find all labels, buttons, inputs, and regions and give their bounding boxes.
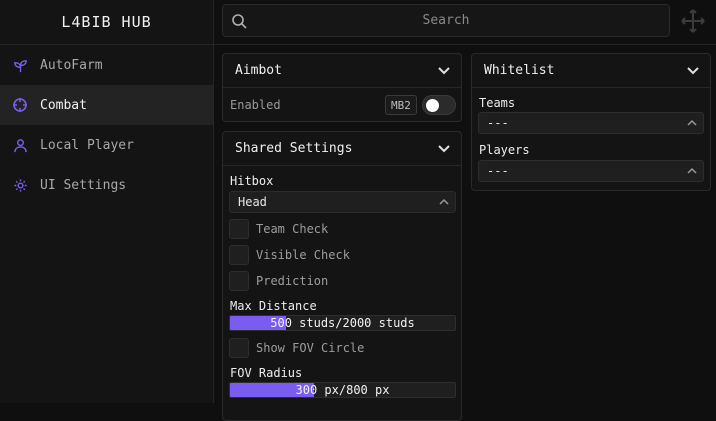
- whitelist-title: Whitelist: [484, 63, 555, 78]
- divider: [214, 44, 716, 45]
- sidebar-item-label: Local Player: [40, 137, 134, 153]
- sidebar: L4BIB HUB AutoFarm Combat Local Player U…: [0, 0, 214, 403]
- enabled-toggle[interactable]: [422, 95, 456, 115]
- teams-label: Teams: [479, 96, 516, 110]
- max-distance-slider[interactable]: 500 studs/2000 studs: [229, 315, 456, 331]
- move-icon[interactable]: [680, 8, 706, 34]
- chevron-down-icon[interactable]: [686, 64, 700, 78]
- fov-radius-slider[interactable]: 300 px/800 px: [229, 382, 456, 398]
- players-label: Players: [479, 143, 530, 157]
- players-value: ---: [487, 164, 509, 178]
- sidebar-item-autofarm[interactable]: AutoFarm: [0, 45, 213, 85]
- prediction-row[interactable]: Prediction: [229, 271, 328, 291]
- team-check-row[interactable]: Team Check: [229, 219, 328, 239]
- gear-icon: [12, 177, 28, 193]
- show-fov-row[interactable]: Show FOV Circle: [229, 338, 364, 358]
- aimbot-panel: Aimbot Enabled MB2: [222, 53, 462, 122]
- show-fov-label: Show FOV Circle: [256, 341, 365, 355]
- hitbox-value: Head: [238, 195, 267, 209]
- visible-check-checkbox[interactable]: [229, 245, 249, 265]
- max-distance-label: Max Distance: [230, 299, 317, 313]
- whitelist-panel: Whitelist Teams --- Players ---: [471, 53, 711, 191]
- fov-radius-label: FOV Radius: [230, 366, 303, 380]
- chevron-up-icon: [439, 198, 449, 205]
- whitelist-header[interactable]: Whitelist: [472, 54, 710, 88]
- enabled-label: Enabled: [230, 98, 281, 112]
- sidebar-item-ui-settings[interactable]: UI Settings: [0, 165, 213, 205]
- sidebar-item-combat[interactable]: Combat: [0, 85, 213, 125]
- sidebar-item-label: Combat: [40, 97, 87, 113]
- crosshair-icon: [12, 97, 28, 113]
- shared-settings-panel: Shared Settings Hitbox Head Team Check V…: [222, 131, 462, 421]
- app-title: L4BIB HUB: [0, 0, 213, 45]
- shared-settings-header[interactable]: Shared Settings: [223, 132, 461, 166]
- show-fov-checkbox[interactable]: [229, 338, 249, 358]
- sidebar-item-label: AutoFarm: [40, 57, 103, 73]
- visible-check-row[interactable]: Visible Check: [229, 245, 350, 265]
- fov-radius-value: 300 px/800 px: [295, 383, 390, 397]
- chevron-down-icon[interactable]: [437, 64, 451, 78]
- search-bar[interactable]: [222, 4, 670, 37]
- visible-check-label: Visible Check: [256, 248, 350, 262]
- team-check-checkbox[interactable]: [229, 219, 249, 239]
- sidebar-item-label: UI Settings: [40, 177, 127, 193]
- search-icon: [231, 13, 247, 33]
- hitbox-label: Hitbox: [230, 174, 274, 188]
- sprout-icon: [12, 57, 28, 73]
- user-icon: [12, 137, 28, 153]
- teams-value: ---: [487, 116, 509, 130]
- aimbot-title: Aimbot: [235, 63, 282, 78]
- prediction-label: Prediction: [256, 274, 329, 288]
- shared-settings-title: Shared Settings: [235, 141, 353, 156]
- chevron-up-icon: [687, 119, 697, 126]
- hitbox-dropdown[interactable]: Head: [229, 191, 456, 213]
- search-input[interactable]: [223, 5, 669, 36]
- sidebar-item-local-player[interactable]: Local Player: [0, 125, 213, 165]
- players-dropdown[interactable]: ---: [478, 160, 704, 182]
- aimbot-header[interactable]: Aimbot: [223, 54, 461, 88]
- keybind-button[interactable]: MB2: [385, 95, 417, 115]
- toggle-knob: [426, 99, 439, 112]
- team-check-label: Team Check: [256, 222, 329, 236]
- chevron-down-icon[interactable]: [437, 142, 451, 156]
- max-distance-value: 500 studs/2000 studs: [270, 316, 415, 330]
- chevron-up-icon: [687, 167, 697, 174]
- teams-dropdown[interactable]: ---: [478, 112, 704, 134]
- prediction-checkbox[interactable]: [229, 271, 249, 291]
